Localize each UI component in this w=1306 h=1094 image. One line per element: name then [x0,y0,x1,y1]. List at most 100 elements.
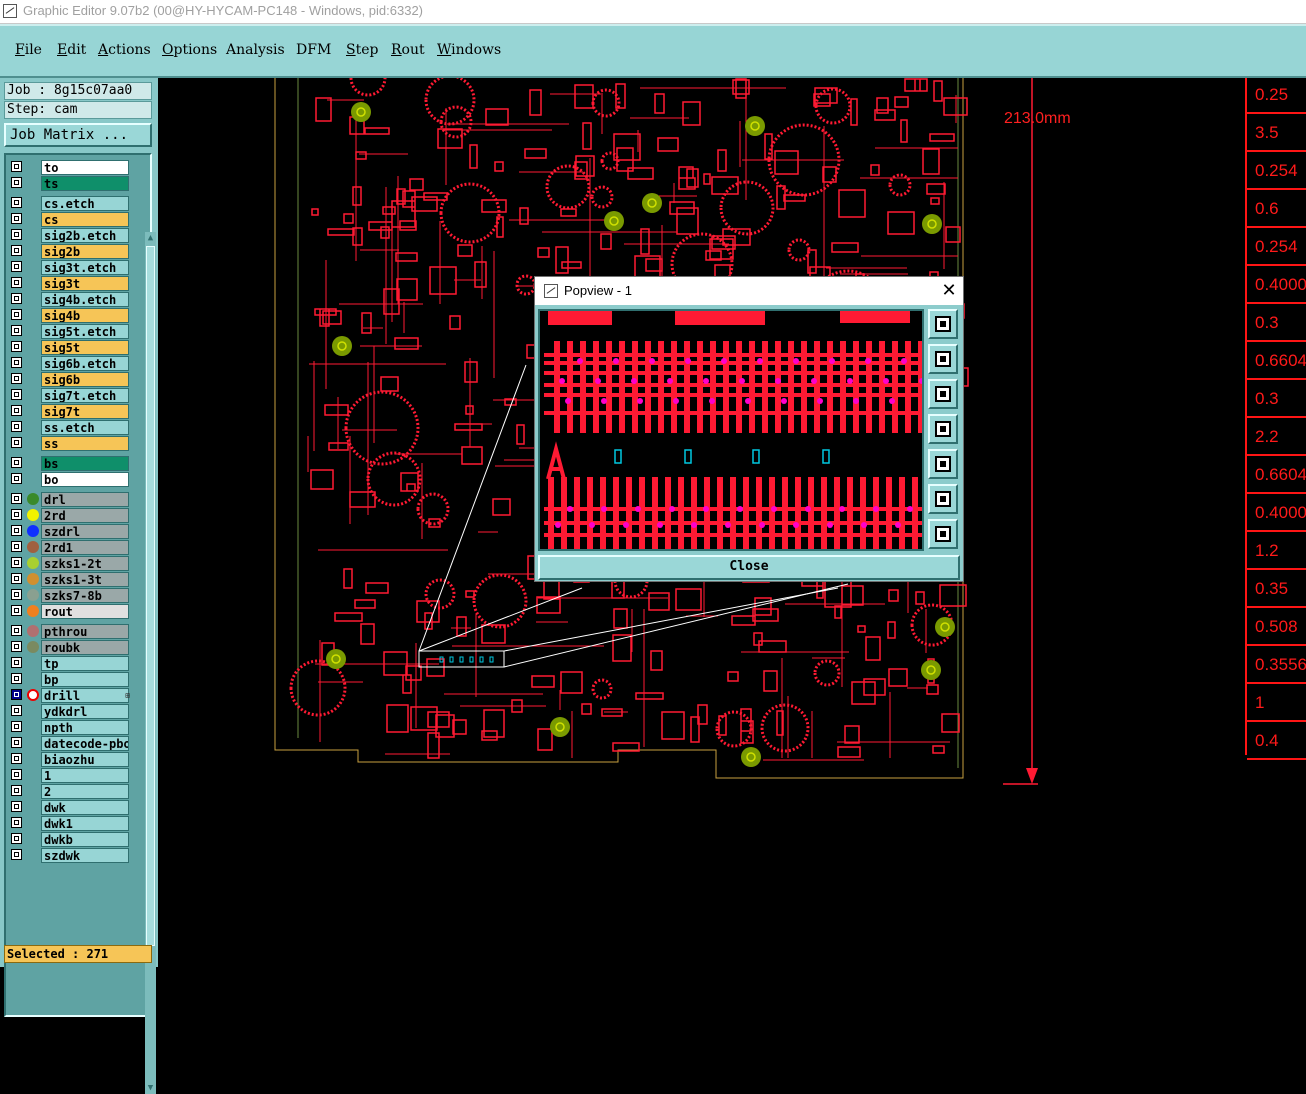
layer-row-sig2b[interactable]: sig2b [10,244,129,260]
layer-row-2[interactable]: 2 [10,784,129,800]
layer-row-szdwk[interactable]: szdwk [10,848,129,864]
layer-checkbox[interactable] [11,525,22,536]
layer-row-sig4b[interactable]: sig4b [10,308,129,324]
layer-row-npth[interactable]: npth [10,720,129,736]
layer-checkbox[interactable] [11,801,22,812]
layer-checkbox[interactable] [11,309,22,320]
layer-row-bo[interactable]: bo [10,472,129,488]
layer-checkbox[interactable] [11,213,22,224]
close-button[interactable]: Close [538,555,960,580]
layer-row-2rd1[interactable]: 2rd1 [10,540,129,556]
layer-name[interactable]: 1 [41,768,129,783]
layer-checkbox[interactable] [11,785,22,796]
layer-checkbox[interactable] [11,341,22,352]
layer-row-dwk1[interactable]: dwk1 [10,816,129,832]
layer-checkbox[interactable] [11,457,22,468]
layer-name[interactable]: sig5t [41,340,129,355]
layer-name[interactable]: cs [41,212,129,227]
layer-checkbox[interactable] [11,769,22,780]
menu-options[interactable]: Options [162,42,217,58]
layer-row-dwk[interactable]: dwk [10,800,129,816]
job-matrix-button[interactable]: Job Matrix ... [4,123,152,147]
layer-row-szks1-3t[interactable]: szks1-3t [10,572,129,588]
layer-name[interactable]: 2rd1 [41,540,129,555]
page-down-icon[interactable] [928,379,958,409]
layer-name[interactable]: bo [41,472,129,487]
layer-checkbox[interactable] [11,325,22,336]
layer-checkbox[interactable] [11,833,22,844]
layer-name[interactable]: szks1-2t [41,556,129,571]
layer-row-tp[interactable]: tp [10,656,129,672]
menu-file[interactable]: File [15,42,42,58]
layer-checkbox[interactable] [11,753,22,764]
layer-row-to[interactable]: to [10,160,129,176]
layer-checkbox[interactable] [11,437,22,448]
layer-row-szks7-8b[interactable]: szks7-8b [10,588,129,604]
menu-step[interactable]: Step [346,42,378,58]
layer-checkbox[interactable] [11,625,22,636]
layer-checkbox[interactable] [11,421,22,432]
layer-name[interactable]: 2 [41,784,129,799]
layer-name[interactable]: sig6b.etch [41,356,129,371]
layer-name[interactable]: ydkdrl [41,704,129,719]
page-right-icon[interactable] [928,449,958,479]
page-up-icon[interactable] [928,344,958,374]
layer-name[interactable]: sig6b [41,372,129,387]
scroll-up-icon[interactable]: ▲ [145,232,156,244]
layer-name[interactable]: npth [41,720,129,735]
layer-checkbox[interactable] [11,849,22,860]
layer-checkbox[interactable] [11,673,22,684]
layer-checkbox[interactable] [11,229,22,240]
layer-checkbox[interactable] [11,657,22,668]
layer-name[interactable]: dwkb [41,832,129,847]
layer-row-ss[interactable]: ss [10,436,129,452]
layer-row-sig4b.etch[interactable]: sig4b.etch [10,292,129,308]
layer-checkbox[interactable] [11,509,22,520]
layer-checkbox[interactable] [11,737,22,748]
layer-checkbox[interactable] [11,405,22,416]
close-icon[interactable]: ✕ [939,279,959,301]
layer-row-biaozhu[interactable]: biaozhu [10,752,129,768]
layer-row-sig5t.etch[interactable]: sig5t.etch [10,324,129,340]
layer-checkbox[interactable] [11,277,22,288]
layer-name[interactable]: bp [41,672,129,687]
layer-name[interactable]: sig7t.etch [41,388,129,403]
scrollbar-thumb[interactable] [146,246,155,946]
layer-row-datecode-pbo[interactable]: datecode-pbo [10,736,129,752]
layer-name[interactable]: bs [41,456,129,471]
layer-row-cs[interactable]: cs [10,212,129,228]
layer-checkbox[interactable] [11,817,22,828]
layer-checkbox[interactable] [11,605,22,616]
layer-row-1[interactable]: 1 [10,768,129,784]
layer-checkbox[interactable] [11,161,22,172]
layer-checkbox[interactable] [11,389,22,400]
layer-checkbox[interactable] [11,557,22,568]
zoom-out-icon[interactable] [928,519,958,549]
layer-row-szks1-2t[interactable]: szks1-2t [10,556,129,572]
menu-windows[interactable]: Windows [437,42,501,58]
scroll-down-icon[interactable]: ▼ [145,1082,156,1094]
layer-name[interactable]: ss.etch [41,420,129,435]
layer-row-bp[interactable]: bp [10,672,129,688]
layer-row-sig6b.etch[interactable]: sig6b.etch [10,356,129,372]
layer-checkbox[interactable] [11,589,22,600]
menu-edit[interactable]: Edit [57,42,86,58]
layer-name[interactable]: dwk [41,800,129,815]
layer-checkbox[interactable] [11,473,22,484]
layer-checkbox[interactable] [11,705,22,716]
layer-name[interactable]: roubk [41,640,129,655]
layer-checkbox[interactable] [11,641,22,652]
layer-row-ydkdrl[interactable]: ydkdrl [10,704,129,720]
layer-row-drill[interactable]: drill ⊞ [10,688,130,704]
layer-row-szdrl[interactable]: szdrl [10,524,129,540]
layer-name[interactable]: 2rd [41,508,129,523]
popview-canvas[interactable] [538,309,924,551]
layer-name[interactable]: ss [41,436,129,451]
layer-row-drl[interactable]: drl [10,492,129,508]
layer-name[interactable]: sig4b.etch [41,292,129,307]
layer-row-sig3t.etch[interactable]: sig3t.etch [10,260,129,276]
layer-row-rout[interactable]: rout [10,604,129,620]
layer-row-pthrou[interactable]: pthrou [10,624,129,640]
layer-name[interactable]: cs.etch [41,196,129,211]
page-left-icon[interactable] [928,414,958,444]
